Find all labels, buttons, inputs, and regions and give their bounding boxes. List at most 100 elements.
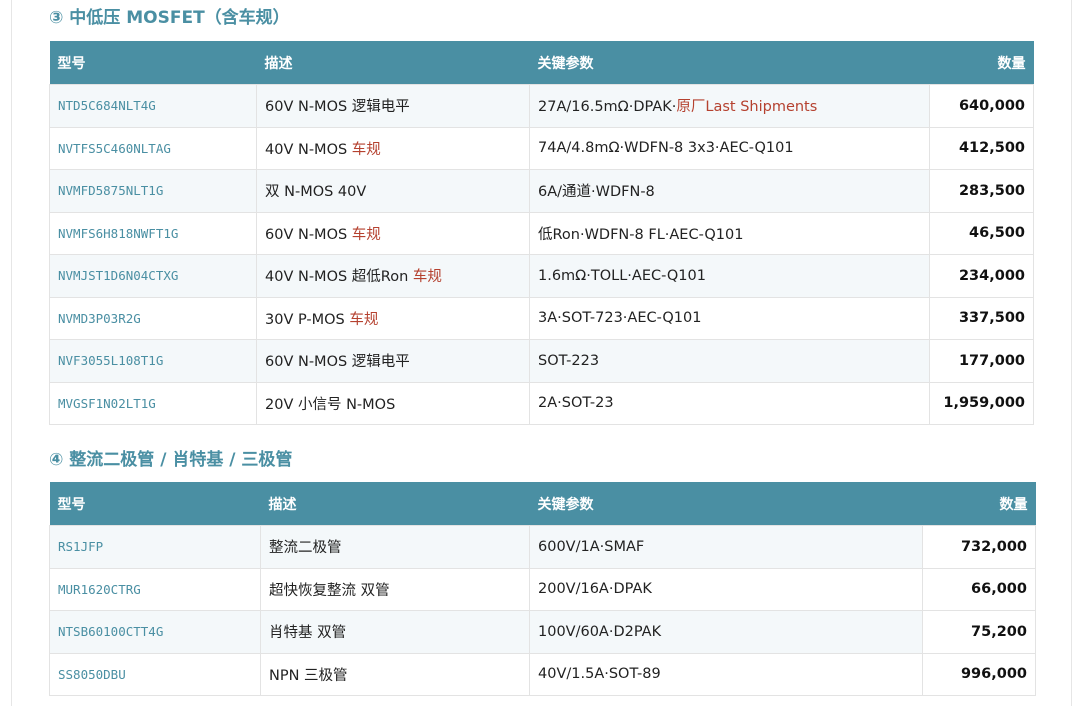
table-row: NTD5C684NLT4G 60V N-MOS 逻辑电平 27A/16.5mΩ·DP… (49, 84, 1034, 128)
table-row: NVMFD5875NLT1G 双 N-MOS 40V 6A/通道·WDFN-8 283… (49, 169, 1034, 213)
description-text: 双 N-MOS 40V (265, 184, 367, 201)
description-text: 40V N-MOS 超低Ron (265, 269, 413, 286)
header-desc[interactable]: 描述 (256, 41, 530, 85)
params-cell: 低Ron·WDFN-8 FL·AEC-Q101 (529, 211, 930, 255)
table-row: NVMD3P03R2G 30V P-MOS 车规 3A·SOT-723·AEC-Q1… (49, 296, 1034, 340)
quantity: 177,000 (929, 339, 1034, 383)
part-number[interactable]: MVGSF1N02LT1G (49, 381, 257, 425)
description-text: 肖特基 双管 (269, 625, 347, 642)
table-row: NTSB60100CTT4G 肖特基 双管 100V/60A·D2PAK 75,200 (49, 610, 1036, 654)
params-text: 100V/60A·D2PAK (538, 623, 662, 640)
quantity: 283,500 (929, 169, 1034, 213)
quantity: 996,000 (922, 652, 1036, 696)
params-text: 3A·SOT-723·AEC-Q101 (538, 310, 702, 327)
part-number[interactable]: SS8050DBU (49, 652, 261, 696)
params-note: 原厂Last Shipments (676, 99, 818, 116)
part-number[interactable]: NVMFD5875NLT1G (49, 169, 257, 213)
params-text: 27A/16.5mΩ·DPAK· (538, 99, 677, 116)
header-qty[interactable]: 数量 (922, 482, 1036, 526)
params-cell: 3A·SOT-723·AEC-Q101 (529, 296, 930, 340)
part-number[interactable]: NVMD3P03R2G (49, 296, 257, 340)
params-cell: 600V/1A·SMAF (529, 525, 923, 569)
description-cell: 60V N-MOS 逻辑电平 (256, 339, 530, 383)
description-text: 20V 小信号 N-MOS (265, 396, 396, 413)
part-number[interactable]: NVMFS6H818NWFT1G (49, 211, 257, 255)
description-text: NPN 三极管 (269, 667, 348, 684)
description-cell: 30V P-MOS 车规 (256, 296, 530, 340)
part-number[interactable]: NVMJST1D6N04CTXG (49, 254, 257, 298)
table-row: MVGSF1N02LT1G 20V 小信号 N-MOS 2A·SOT-23 1,959… (49, 381, 1034, 425)
table-row: NVTFS5C460NLTAG 40V N-MOS 车规 74A/4.8mΩ·WDF… (49, 126, 1034, 170)
quantity: 75,200 (922, 610, 1036, 654)
table-header-row: 型号 描述 关键参数 数量 (49, 41, 1034, 85)
part-number[interactable]: RS1JFP (49, 525, 261, 569)
header-model[interactable]: 型号 (49, 482, 261, 526)
params-cell: 74A/4.8mΩ·WDFN-8 3x3·AEC-Q101 (529, 126, 930, 170)
params-cell: 40V/1.5A·SOT-89 (529, 652, 923, 696)
params-text: SOT-223 (538, 352, 600, 369)
table-row: NVF3055L108T1G 60V N-MOS 逻辑电平 SOT-223 177,0… (49, 339, 1034, 383)
params-text: 600V/1A·SMAF (538, 538, 645, 555)
description-cell: 40V N-MOS 车规 (256, 126, 530, 170)
quantity: 46,500 (929, 211, 1034, 255)
table-row: SS8050DBU NPN 三极管 40V/1.5A·SOT-89 996,000 (49, 652, 1036, 696)
part-number[interactable]: NTSB60100CTT4G (49, 610, 261, 654)
automotive-tag: 车规 (349, 311, 379, 328)
quantity: 640,000 (929, 84, 1034, 128)
description-cell: 整流二极管 (260, 525, 530, 569)
table-row: MUR1620CTRG 超快恢复整流 双管 200V/16A·DPAK 66,000 (49, 567, 1036, 611)
params-text: 低Ron·WDFN-8 FL·AEC-Q101 (538, 226, 744, 243)
header-qty[interactable]: 数量 (929, 41, 1034, 85)
automotive-tag: 车规 (351, 226, 381, 243)
quantity: 337,500 (929, 296, 1034, 340)
part-number[interactable]: NTD5C684NLT4G (49, 84, 257, 128)
part-number[interactable]: NVF3055L108T1G (49, 339, 257, 383)
params-cell: 200V/16A·DPAK (529, 567, 923, 611)
header-model[interactable]: 型号 (49, 41, 257, 85)
params-text: 1.6mΩ·TOLL·AEC-Q101 (538, 267, 706, 284)
part-number[interactable]: NVTFS5C460NLTAG (49, 126, 257, 170)
part-number[interactable]: MUR1620CTRG (49, 567, 261, 611)
description-text: 30V P-MOS (265, 311, 350, 328)
quantity: 412,500 (929, 126, 1034, 170)
table-row: RS1JFP 整流二极管 600V/1A·SMAF 732,000 (49, 525, 1036, 569)
automotive-tag: 车规 (351, 141, 381, 158)
params-cell: 6A/通道·WDFN-8 (529, 169, 930, 213)
description-cell: 超快恢复整流 双管 (260, 567, 530, 611)
description-cell: 肖特基 双管 (260, 610, 530, 654)
description-cell: 60V N-MOS 车规 (256, 211, 530, 255)
params-cell: 2A·SOT-23 (529, 381, 930, 425)
description-cell: NPN 三极管 (260, 652, 530, 696)
header-desc[interactable]: 描述 (260, 482, 530, 526)
description-text: 40V N-MOS (265, 141, 352, 158)
table-header-row: 型号 描述 关键参数 数量 (49, 482, 1036, 526)
header-params[interactable]: 关键参数 (529, 482, 923, 526)
description-text: 超快恢复整流 双管 (269, 582, 390, 599)
description-cell: 40V N-MOS 超低Ron 车规 (256, 254, 530, 298)
automotive-tag: 车规 (412, 269, 442, 286)
description-text: 60V N-MOS (265, 226, 352, 243)
params-cell: 100V/60A·D2PAK (529, 610, 923, 654)
table-row: NVMJST1D6N04CTXG 40V N-MOS 超低Ron 车规 1.6mΩ·… (49, 254, 1034, 298)
quantity: 66,000 (922, 567, 1036, 611)
params-cell: 27A/16.5mΩ·DPAK·原厂Last Shipments (529, 84, 930, 128)
section-title-mosfet: ③ 中低压 MOSFET（含车规） (49, 8, 290, 28)
params-text: 2A·SOT-23 (538, 395, 614, 412)
description-text: 60V N-MOS 逻辑电平 (265, 354, 410, 371)
mosfet-table: 型号 描述 关键参数 数量 NTD5C684NLT4G 60V N-MOS 逻辑电… (49, 41, 1034, 425)
params-cell: 1.6mΩ·TOLL·AEC-Q101 (529, 254, 930, 298)
description-text: 60V N-MOS 逻辑电平 (265, 99, 410, 116)
section-title-diodes: ④ 整流二极管 / 肖特基 / 三极管 (49, 450, 293, 470)
header-params[interactable]: 关键参数 (529, 41, 930, 85)
quantity: 234,000 (929, 254, 1034, 298)
params-text: 40V/1.5A·SOT-89 (538, 666, 661, 683)
quantity: 732,000 (922, 525, 1036, 569)
params-cell: SOT-223 (529, 339, 930, 383)
description-cell: 60V N-MOS 逻辑电平 (256, 84, 530, 128)
diode-table: 型号 描述 关键参数 数量 RS1JFP 整流二极管 600V/1A·SMAF 732… (49, 482, 1036, 696)
table-row: NVMFS6H818NWFT1G 60V N-MOS 车规 低Ron·WDFN-8 … (49, 211, 1034, 255)
description-text: 整流二极管 (269, 540, 342, 557)
params-text: 200V/16A·DPAK (538, 581, 652, 598)
description-cell: 双 N-MOS 40V (256, 169, 530, 213)
description-cell: 20V 小信号 N-MOS (256, 381, 530, 425)
